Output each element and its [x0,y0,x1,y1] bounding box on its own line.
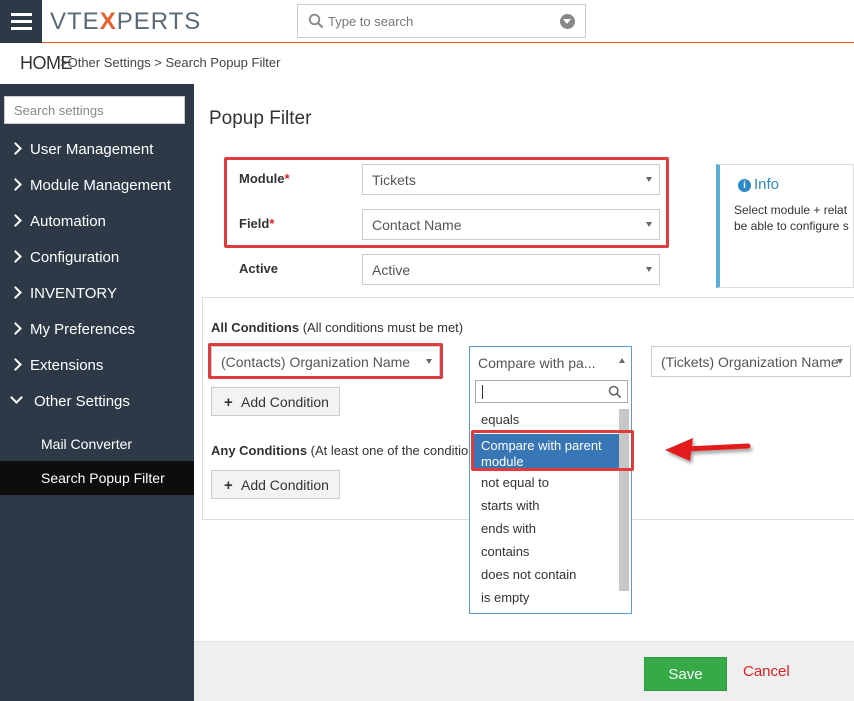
logo: VTEXPERTS [50,8,202,35]
add-condition-button[interactable]: + Add Condition [211,387,340,416]
sidebar-item-configuration[interactable]: Configuration [0,242,194,276]
plus-icon: + [224,394,233,411]
sidebar-item-inventory[interactable]: INVENTORY [0,278,194,312]
operator-select[interactable]: Compare with pa... [470,347,631,377]
dropdown-search-input[interactable] [475,380,628,403]
chevron-right-icon [9,250,22,263]
breadcrumb-trail[interactable]: >Other Settings > Search Popup Filter [60,55,280,70]
sidebar-item-my-preferences[interactable]: My Preferences [0,314,194,348]
sidebar-item-other-settings[interactable]: Other Settings [0,386,194,420]
save-button[interactable]: Save [644,657,727,691]
chevron-right-icon [9,322,22,335]
dropdown-option-does-not-contain[interactable]: does not contain [481,567,576,582]
add-any-condition-button[interactable]: + Add Condition [211,470,340,499]
caret-down-icon [837,359,843,364]
sidebar-subitem-mail-converter[interactable]: Mail Converter [0,427,194,461]
cancel-link[interactable]: Cancel [743,663,790,680]
info-text: Select module + relat be able to configur… [734,203,849,233]
all-conditions-label: All Conditions (All conditions must be m… [211,320,464,335]
caret-down-icon [646,267,652,272]
any-conditions-label: Any Conditions (At least one of the cond… [211,443,469,458]
sidebar-item-module-management[interactable]: Module Management [0,170,194,204]
chevron-right-icon [9,178,22,191]
highlight-box [471,430,634,471]
chevron-right-icon [9,142,22,155]
sidebar-item-user-management[interactable]: User Management [0,134,194,168]
info-title: i Info [738,176,779,193]
caret-up-icon [619,358,625,363]
chevron-right-icon [9,214,22,227]
search-placeholder: Type to search [328,14,414,29]
top-bar: VTEXPERTS Type to search [0,0,854,43]
search-icon [308,13,324,29]
global-search-input[interactable]: Type to search [297,4,586,38]
plus-icon: + [224,477,233,494]
highlight-box [224,157,669,248]
dropdown-option-contains[interactable]: contains [481,544,529,559]
condition-value-select[interactable]: (Tickets) Organization Name [651,346,851,377]
menu-icon[interactable] [0,0,42,43]
arrow-annotation-icon [665,438,751,461]
active-label: Active [239,261,279,276]
dropdown-option-is-empty[interactable]: is empty [481,590,529,605]
chevron-right-icon [9,358,22,371]
dropdown-option-ends-with[interactable]: ends with [481,521,536,536]
page-title: Popup Filter [209,108,312,129]
dropdown-option-starts-with[interactable]: starts with [481,498,540,513]
chevron-down-icon [10,391,23,404]
active-select[interactable]: Active [362,254,660,285]
sidebar-item-extensions[interactable]: Extensions [0,350,194,384]
chevron-right-icon [9,286,22,299]
operator-dropdown[interactable]: Compare with pa... equals Compare with p… [469,346,632,614]
search-icon [608,385,622,399]
sidebar-item-automation[interactable]: Automation [0,206,194,240]
info-panel: i Info Select module + relat be able to co… [716,164,854,288]
dropdown-option-equals[interactable]: equals [481,412,519,427]
dropdown-option-not-equal[interactable]: not equal to [481,475,549,490]
highlight-box [208,343,443,379]
chevron-down-icon[interactable] [560,14,575,29]
sidebar-subitem-search-popup-filter[interactable]: Search Popup Filter [0,461,194,495]
settings-search-input[interactable]: Search settings [4,96,185,124]
sidebar: Search settings User Management Module M… [0,84,194,701]
breadcrumb: HOME >Other Settings > Search Popup Filt… [0,44,854,84]
info-icon: i [738,179,751,192]
